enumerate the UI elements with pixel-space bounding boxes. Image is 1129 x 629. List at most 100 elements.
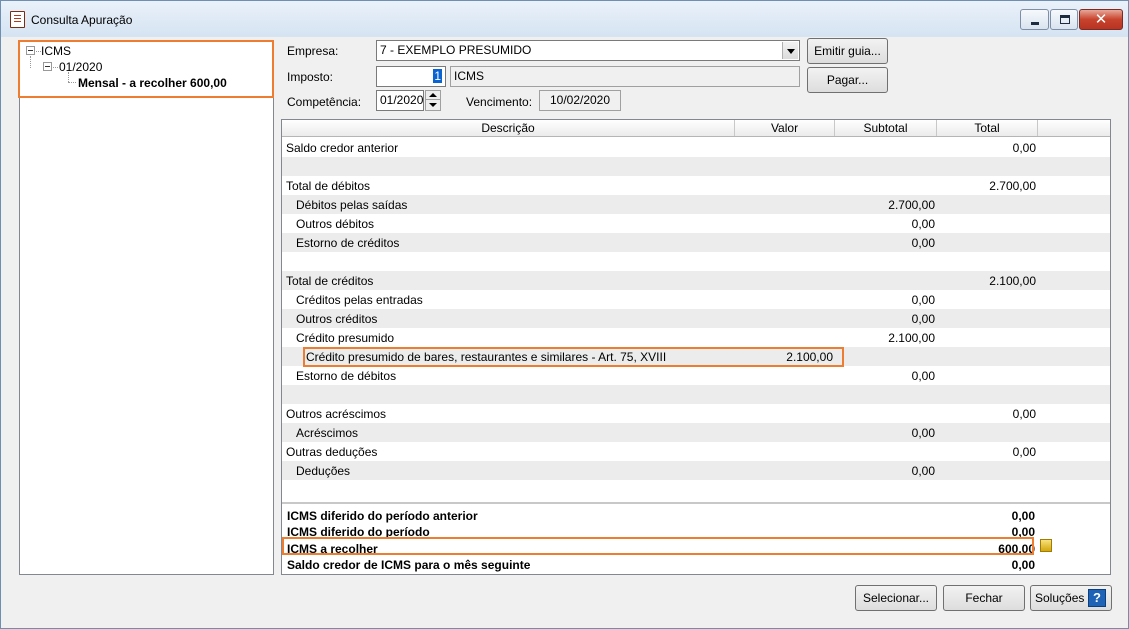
competencia-stepper[interactable] (425, 90, 441, 111)
collapse-icon[interactable] (43, 62, 52, 71)
cell-subtotal: 0,00 (911, 464, 935, 478)
selecionar-button[interactable]: Selecionar... (855, 585, 937, 611)
cell-descricao: Outros créditos (296, 312, 378, 326)
table-row[interactable]: Débitos pelas saídas 2.700,00 (282, 195, 1110, 214)
window-title: Consulta Apuração (31, 13, 133, 27)
payment-note-icon[interactable] (1040, 539, 1052, 552)
cell-descricao: Débitos pelas saídas (296, 198, 408, 212)
fechar-button[interactable]: Fechar (943, 585, 1025, 611)
cell-descricao: Créditos pelas entradas (296, 293, 423, 307)
chevron-down-icon[interactable] (782, 42, 798, 59)
help-icon[interactable]: ? (1088, 589, 1106, 607)
summary-value: 0,00 (1011, 558, 1035, 572)
collapse-icon[interactable] (26, 46, 35, 55)
column-header-descricao[interactable]: Descrição (282, 120, 735, 136)
summary-row: Saldo credor de ICMS para o mês seguinte… (282, 557, 1110, 573)
table-row[interactable]: Crédito presumido 2.100,00 (282, 328, 1110, 347)
minimize-button[interactable] (1020, 9, 1049, 30)
arrow-down-icon[interactable] (426, 101, 440, 110)
cell-total: 2.100,00 (989, 274, 1036, 288)
cell-descricao: Outros débitos (296, 217, 375, 231)
cell-total: 0,00 (1012, 407, 1036, 421)
table-row[interactable]: Outros débitos 0,00 (282, 214, 1110, 233)
grid-header: Descrição Valor Subtotal Total (282, 120, 1110, 137)
title-bar[interactable]: Consulta Apuração ✕ (1, 1, 1128, 37)
pagar-button[interactable]: Pagar... (807, 67, 888, 93)
table-row[interactable] (282, 252, 1110, 271)
cell-total: 2.700,00 (989, 179, 1036, 193)
vencimento-value: 10/02/2020 (549, 93, 611, 107)
column-header-subtotal[interactable]: Subtotal (835, 120, 937, 136)
table-row[interactable]: Saldo credor anterior 0,00 (282, 138, 1110, 157)
cell-subtotal: 2.700,00 (888, 198, 935, 212)
table-row[interactable]: Outros créditos 0,00 (282, 309, 1110, 328)
empresa-label: Empresa: (287, 44, 339, 58)
column-header-total[interactable]: Total (937, 120, 1038, 136)
cell-descricao: Deduções (296, 464, 351, 478)
cell-subtotal: 0,00 (911, 426, 935, 440)
maximize-icon (1060, 15, 1070, 24)
table-row[interactable] (282, 385, 1110, 404)
document-icon (10, 11, 25, 28)
consulta-apuracao-window: Consulta Apuração ✕ ICMS 01/2020 Mensal … (0, 0, 1129, 629)
table-row[interactable]: Total de créditos 2.100,00 (282, 271, 1110, 290)
competencia-value: 01/2020 (380, 93, 424, 107)
table-row[interactable]: Estorno de créditos 0,00 (282, 233, 1110, 252)
imposto-code-input[interactable]: 1 (376, 66, 446, 87)
imposto-name-value: ICMS (454, 69, 484, 83)
tree-node-icms[interactable]: ICMS (41, 44, 71, 58)
cell-subtotal: 0,00 (911, 236, 935, 250)
table-row[interactable]: Outras deduções 0,00 (282, 442, 1110, 461)
cell-subtotal: 0,00 (911, 293, 935, 307)
empresa-value: 7 - EXEMPLO PRESUMIDO (380, 43, 532, 57)
cell-descricao: Saldo credor anterior (286, 141, 399, 155)
cell-descricao: Estorno de créditos (296, 236, 400, 250)
table-row[interactable]: Total de débitos 2.700,00 (282, 176, 1110, 195)
apuracao-tree[interactable]: ICMS 01/2020 Mensal - a recolher 600,00 (18, 40, 274, 575)
cell-subtotal: 0,00 (911, 312, 935, 326)
emitir-guia-button[interactable]: Emitir guia... (807, 38, 888, 64)
cell-subtotal: 0,00 (911, 369, 935, 383)
cell-descricao: Estorno de débitos (296, 369, 397, 383)
dialog-body: ICMS 01/2020 Mensal - a recolher 600,00 … (9, 37, 1122, 622)
tree-node-mensal[interactable]: Mensal - a recolher 600,00 (78, 76, 227, 90)
cell-subtotal: 0,00 (911, 217, 935, 231)
summary-value: 0,00 (1011, 509, 1035, 523)
apuracao-grid[interactable]: Descrição Valor Subtotal Total Saldo cre… (281, 119, 1111, 575)
close-icon: ✕ (1094, 11, 1108, 28)
summary-label: ICMS diferido do período anterior (287, 509, 478, 523)
row-highlight-box (303, 347, 844, 367)
cell-descricao: Total de débitos (286, 179, 371, 193)
cell-descricao: Crédito presumido (296, 331, 395, 345)
cell-total: 0,00 (1012, 445, 1036, 459)
cell-descricao: Outras deduções (286, 445, 378, 459)
table-row[interactable]: Deduções 0,00 (282, 461, 1110, 480)
solucoes-label: Soluções (1035, 591, 1085, 605)
summary-label: Saldo credor de ICMS para o mês seguinte (287, 558, 531, 572)
imposto-code-value: 1 (433, 69, 442, 83)
table-row[interactable]: Acréscimos 0,00 (282, 423, 1110, 442)
summary-row: ICMS diferido do período anterior 0,00 (282, 508, 1110, 524)
table-row[interactable]: Estorno de débitos 0,00 (282, 366, 1110, 385)
cell-subtotal: 2.100,00 (888, 331, 935, 345)
cell-descricao: Outros acréscimos (286, 407, 387, 421)
empresa-combo[interactable]: 7 - EXEMPLO PRESUMIDO (376, 40, 800, 61)
imposto-name-field: ICMS (450, 66, 800, 87)
cell-total: 0,00 (1012, 141, 1036, 155)
cell-descricao: Total de créditos (286, 274, 374, 288)
vencimento-label: Vencimento: (466, 95, 533, 109)
column-header-valor[interactable]: Valor (735, 120, 835, 136)
competencia-label: Competência: (287, 95, 362, 109)
table-row[interactable]: Outros acréscimos 0,00 (282, 404, 1110, 423)
arrow-up-icon[interactable] (426, 91, 440, 100)
minimize-icon (1031, 22, 1039, 25)
imposto-label: Imposto: (287, 70, 334, 84)
table-row[interactable] (282, 157, 1110, 176)
competencia-input[interactable]: 01/2020 (376, 90, 424, 111)
tree-node-period[interactable]: 01/2020 (59, 60, 102, 74)
summary-highlight-box (282, 537, 1034, 555)
table-row[interactable]: Créditos pelas entradas 0,00 (282, 290, 1110, 309)
close-button[interactable]: ✕ (1079, 9, 1123, 30)
vencimento-field: 10/02/2020 (539, 90, 621, 111)
maximize-button[interactable] (1050, 9, 1078, 30)
